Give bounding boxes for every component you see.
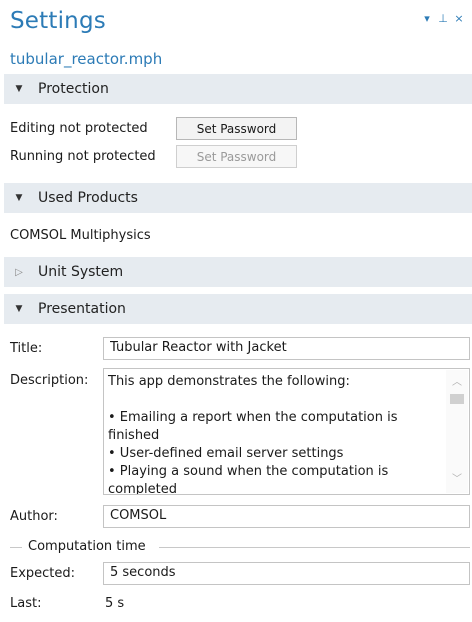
- section-presentation-label: Presentation: [38, 301, 126, 317]
- scroll-down-icon[interactable]: ﹀: [446, 471, 468, 489]
- panel-title: Settings: [10, 8, 106, 34]
- set-editing-password-button[interactable]: Set Password: [176, 117, 297, 140]
- section-presentation[interactable]: ▼ Presentation: [4, 294, 472, 324]
- running-status: Running not protected: [10, 149, 156, 164]
- window-controls: ▾ ⊥ ×: [422, 12, 464, 25]
- last-label: Last:: [10, 596, 42, 611]
- last-value: 5 s: [105, 596, 125, 611]
- scroll-thumb[interactable]: [450, 394, 464, 404]
- set-running-password-button[interactable]: Set Password: [176, 145, 297, 168]
- collapsed-triangle-icon: ▷: [15, 266, 23, 278]
- section-unit-system-label: Unit System: [38, 264, 124, 280]
- expected-field[interactable]: [103, 562, 470, 585]
- author-input[interactable]: [110, 508, 463, 523]
- pin-icon[interactable]: ⊥: [438, 12, 448, 25]
- title-field[interactable]: [103, 337, 470, 360]
- title-label: Title:: [10, 341, 43, 356]
- description-textarea[interactable]: This app demonstrates the following: • E…: [103, 368, 470, 495]
- close-icon[interactable]: ×: [454, 12, 464, 25]
- expected-input[interactable]: [110, 565, 463, 580]
- section-used-products[interactable]: ▼ Used Products: [4, 183, 472, 213]
- section-protection[interactable]: ▼ Protection: [4, 74, 472, 104]
- scroll-up-icon[interactable]: ︿: [446, 374, 468, 392]
- section-protection-label: Protection: [38, 81, 109, 97]
- expected-label: Expected:: [10, 566, 76, 581]
- expanded-triangle-icon: ▼: [15, 304, 23, 314]
- group-divider-right: [159, 547, 470, 548]
- dropdown-menu-icon[interactable]: ▾: [422, 12, 432, 25]
- author-label: Author:: [10, 509, 58, 524]
- file-name: tubular_reactor.mph: [10, 50, 163, 68]
- expanded-triangle-icon: ▼: [15, 84, 23, 94]
- group-divider-left: [10, 547, 22, 548]
- section-used-products-label: Used Products: [38, 190, 138, 206]
- computation-time-group-label: Computation time: [28, 539, 146, 554]
- section-unit-system[interactable]: ▷ Unit System: [4, 257, 472, 287]
- author-field[interactable]: [103, 505, 470, 528]
- editing-status: Editing not protected: [10, 121, 148, 136]
- used-product-item: COMSOL Multiphysics: [10, 228, 151, 243]
- expanded-triangle-icon: ▼: [15, 193, 23, 203]
- description-scrollbar[interactable]: ︿ ﹀: [446, 370, 468, 493]
- description-text[interactable]: This app demonstrates the following: • E…: [108, 373, 443, 494]
- description-label: Description:: [10, 373, 89, 388]
- title-input[interactable]: [110, 340, 463, 355]
